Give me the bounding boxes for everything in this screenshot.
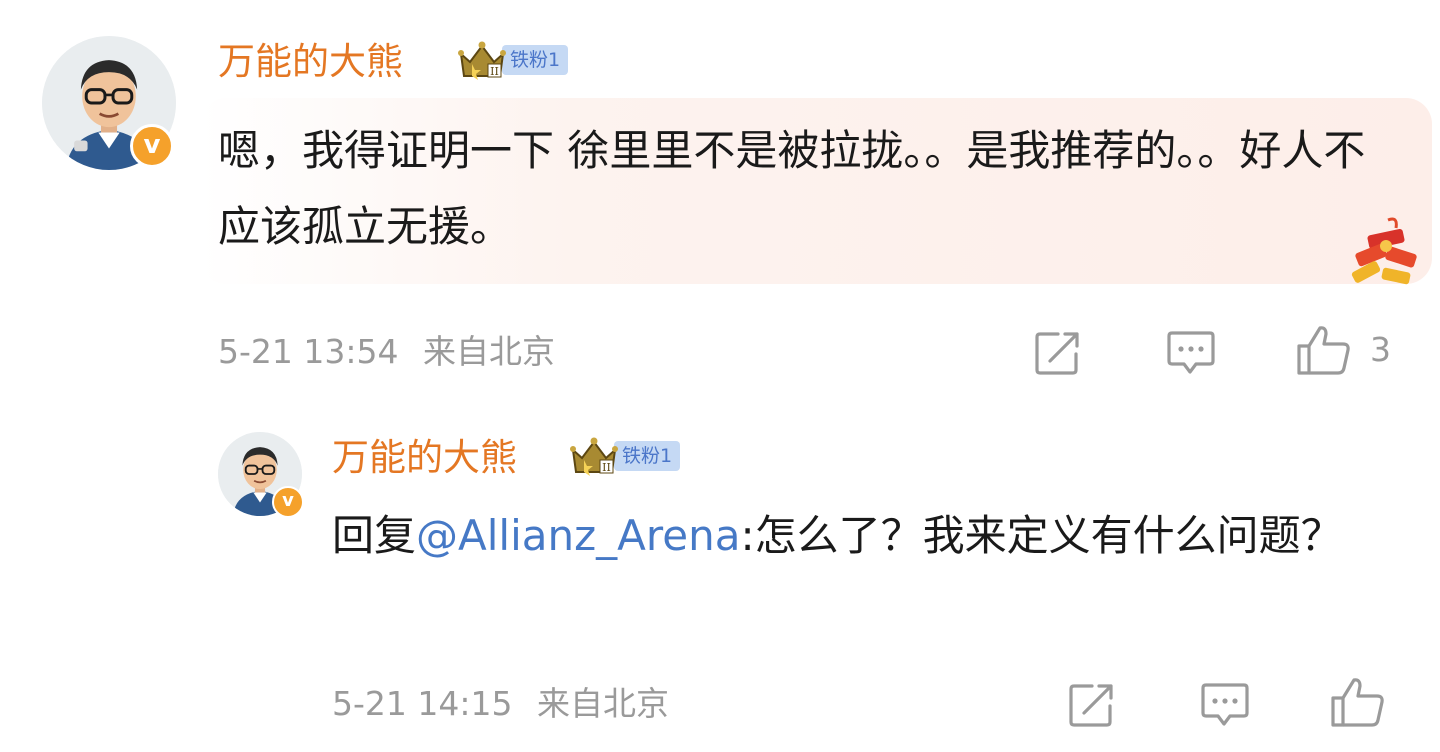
like-button[interactable] xyxy=(1330,676,1386,728)
like-icon xyxy=(1331,678,1384,727)
share-icon xyxy=(1069,684,1113,727)
verified-badge-icon: v xyxy=(272,486,304,518)
fan-badge[interactable]: II 铁粉1 xyxy=(570,436,681,476)
avatar[interactable]: v xyxy=(218,432,304,518)
crown-icon: II xyxy=(570,437,618,476)
fan-level-label: 铁粉1 xyxy=(614,441,681,471)
reply-button[interactable] xyxy=(1200,682,1250,728)
comment-thread: v 万能的大熊 II 铁粉1 嗯，我得证明一下 徐里里不是被拉拢。。是我推荐的。… xyxy=(0,0,1440,752)
mention-link[interactable]: @Allianz_Arena xyxy=(416,511,740,560)
comment-time: 5-21 14:15 xyxy=(332,684,513,723)
comment-icon xyxy=(1201,683,1249,726)
reply-body: :怎么了？我来定义有什么问题？ xyxy=(740,511,1343,560)
comment-location: 来自北京 xyxy=(537,684,669,723)
author-name[interactable]: 万能的大熊 xyxy=(332,433,517,483)
comment-meta: 5-21 14:15 来自北京 xyxy=(332,682,669,726)
reply-prefix: 回复 xyxy=(332,511,417,560)
reply-item: v 万能的大熊 II 铁粉1 回复@Allianz_Arena:怎么了？我来定义… xyxy=(0,0,1440,752)
svg-text:II: II xyxy=(602,461,611,474)
share-button[interactable] xyxy=(1068,682,1116,728)
reply-text: 回复@Allianz_Arena:怎么了？我来定义有什么问题？ xyxy=(332,498,1412,574)
